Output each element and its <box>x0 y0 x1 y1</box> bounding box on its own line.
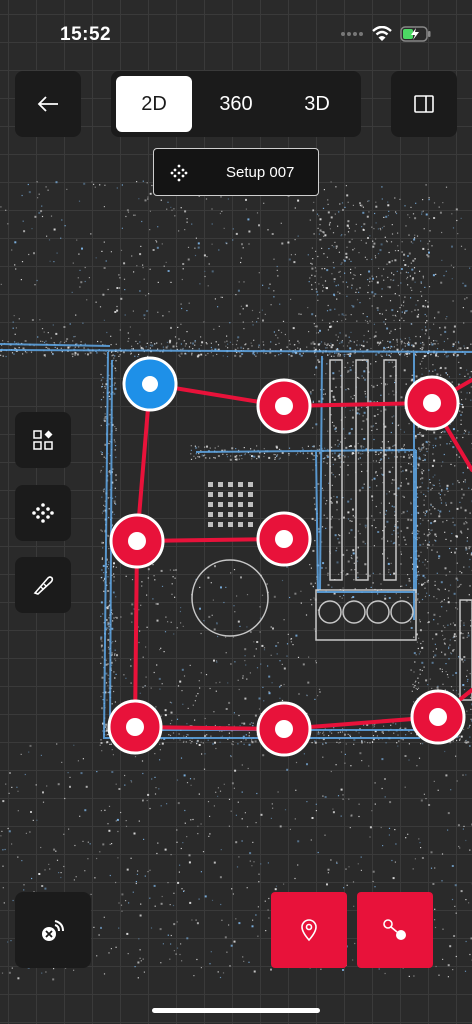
node[interactable] <box>256 701 312 757</box>
signal-off-icon <box>42 920 64 941</box>
tab-3d[interactable]: 3D <box>279 76 355 132</box>
sidebar-panel-icon <box>414 95 434 113</box>
panel-toggle-button[interactable] <box>391 71 457 137</box>
home-indicator <box>152 1008 320 1013</box>
node[interactable] <box>256 511 312 567</box>
tab-2d[interactable]: 2D <box>116 76 192 132</box>
node[interactable] <box>404 375 460 431</box>
node[interactable] <box>256 378 312 434</box>
back-button[interactable] <box>15 71 81 137</box>
view-mode-switcher: 2D 360 3D <box>111 71 361 137</box>
ruler-icon <box>33 576 54 595</box>
setup-label: Setup 007 <box>226 164 295 181</box>
cellular-signal-icon <box>341 32 363 36</box>
status-indicators <box>340 26 432 42</box>
layers-button[interactable] <box>15 412 71 468</box>
node[interactable] <box>109 513 165 569</box>
measure-button[interactable] <box>15 557 71 613</box>
disconnect-button[interactable] <box>15 892 91 968</box>
arrow-left-icon <box>37 96 58 112</box>
battery-charging-icon <box>400 26 431 42</box>
add-link-button[interactable] <box>357 892 433 968</box>
layers-icon <box>33 430 53 450</box>
connect-nodes-icon <box>383 919 406 940</box>
scan-points-icon <box>170 164 188 182</box>
scan-points-button[interactable] <box>15 485 71 541</box>
node[interactable] <box>410 689 466 745</box>
setup-selector[interactable]: Setup 007 <box>153 148 319 196</box>
status-time: 15:52 <box>60 24 112 45</box>
tab-360[interactable]: 360 <box>198 76 274 132</box>
node-selected[interactable] <box>122 356 178 412</box>
wifi-icon <box>372 26 392 41</box>
location-pin-icon <box>301 919 317 942</box>
status-bar: 15:52 <box>0 0 472 60</box>
add-marker-button[interactable] <box>271 892 347 968</box>
floor-drain <box>208 482 253 527</box>
node[interactable] <box>107 699 163 755</box>
scan-points-icon <box>32 503 54 523</box>
